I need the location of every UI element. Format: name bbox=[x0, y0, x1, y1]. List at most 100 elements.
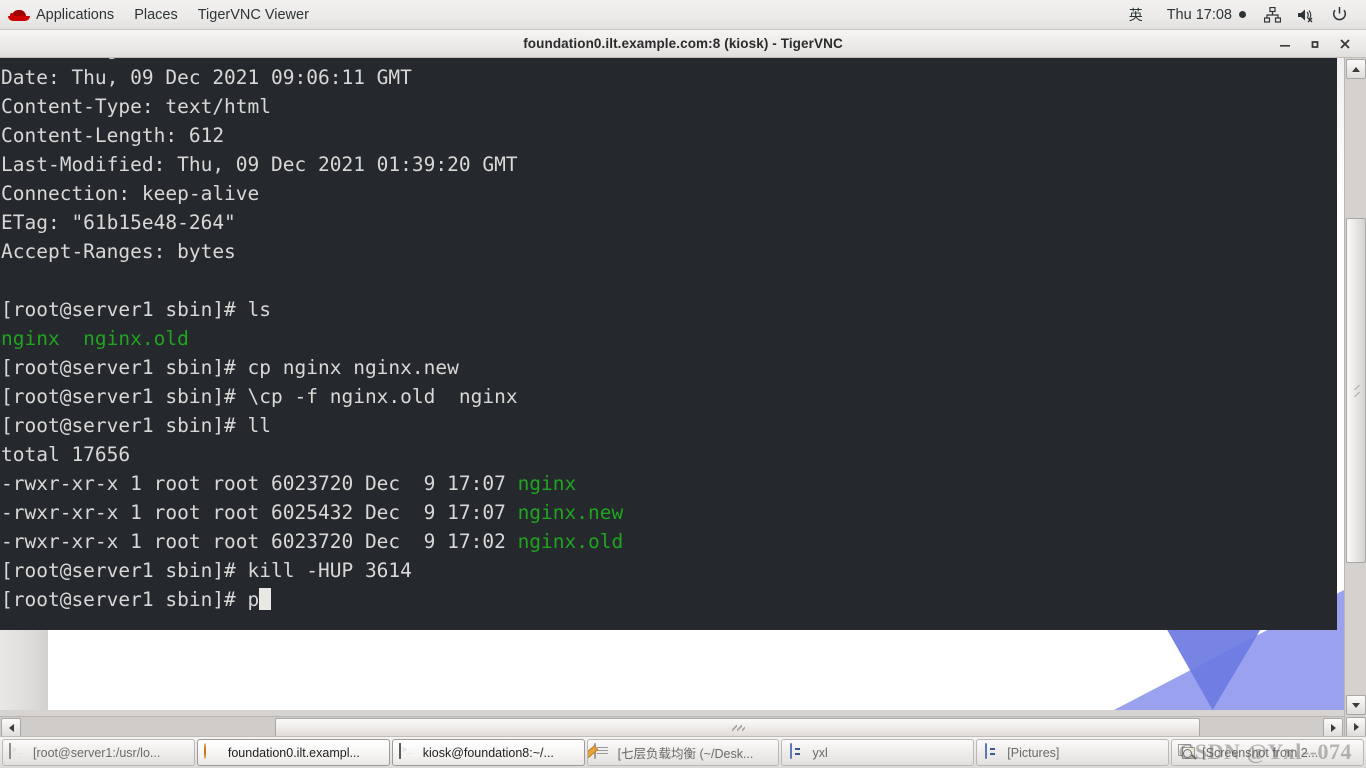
terminal-line: -rwxr-xr-x 1 root root 6025432 Dec 9 17:… bbox=[1, 498, 1337, 527]
taskbar-item-label: yxl bbox=[812, 745, 828, 760]
horizontal-scrollbar-thumb[interactable] bbox=[275, 718, 1200, 738]
taskbar-item-icon bbox=[593, 742, 612, 762]
terminal-text-green: nginx bbox=[517, 472, 577, 495]
redhat-logo-icon bbox=[8, 6, 30, 24]
taskbar-item[interactable]: kiosk@foundation8:~/... bbox=[391, 739, 585, 766]
terminal-line: total 17656 bbox=[1, 440, 1337, 469]
taskbar-item-label: [七层负载均衡 (~/Desk... bbox=[617, 747, 754, 761]
taskbar-item[interactable]: foundation0.ilt.exampl... bbox=[196, 739, 390, 766]
places-menu-label: Places bbox=[134, 6, 178, 23]
tigervnc-viewer-menu-label: TigerVNC Viewer bbox=[197, 6, 309, 23]
window-title: foundation0.ilt.example.com:8 (kiosk) - … bbox=[523, 36, 843, 51]
terminal-text: Server: nginx/1.20.2 bbox=[1, 58, 236, 60]
applications-menu[interactable]: Applications bbox=[0, 0, 124, 29]
vertical-scrollbar[interactable] bbox=[1344, 58, 1366, 738]
terminal-line: Last-Modified: Thu, 09 Dec 2021 01:39:20… bbox=[1, 150, 1337, 179]
terminal-cursor bbox=[259, 588, 272, 610]
tigervnc-icon bbox=[203, 742, 206, 759]
terminal-line: -rwxr-xr-x 1 root root 6023720 Dec 9 17:… bbox=[1, 527, 1337, 556]
taskbar-item[interactable]: [Screenshot from 2... bbox=[1171, 739, 1365, 766]
terminal-output: Server: nginx/1.20.2 Date: Thu, 09 Dec 20… bbox=[0, 58, 1337, 614]
scroll-right-button[interactable] bbox=[1323, 718, 1343, 738]
scroll-down-button[interactable] bbox=[1346, 695, 1366, 715]
terminal-line: [root@server1 sbin]# cp nginx nginx.new bbox=[1, 353, 1337, 382]
terminal-text-green: nginx.old bbox=[517, 530, 624, 553]
horizontal-scrollbar[interactable] bbox=[0, 716, 1344, 738]
taskbar-item-label: [root@server1:/usr/lo... bbox=[33, 745, 161, 760]
terminal-text-green: nginx.new bbox=[517, 501, 624, 524]
terminal-text: [root@server1 sbin]# ls bbox=[1, 298, 272, 321]
tigervnc-window: foundation0.ilt.example.com:8 (kiosk) - … bbox=[0, 30, 1366, 738]
tigervnc-viewer-menu[interactable]: TigerVNC Viewer bbox=[188, 0, 319, 29]
taskbar-item[interactable]: [root@server1:/usr/lo... bbox=[2, 739, 195, 766]
terminal-text: Connection: keep-alive bbox=[1, 182, 260, 205]
taskbar-item[interactable]: yxl bbox=[781, 739, 975, 766]
taskbar-item-label: foundation0.ilt.exampl... bbox=[227, 745, 360, 760]
remote-desktop-area[interactable]: Server: nginx/1.20.2 Date: Thu, 09 Dec 20… bbox=[0, 58, 1344, 710]
terminal-icon bbox=[9, 742, 11, 759]
network-icon[interactable] bbox=[1256, 6, 1289, 23]
terminal-text: Accept-Ranges: bytes bbox=[1, 240, 236, 263]
power-icon[interactable] bbox=[1323, 6, 1356, 23]
text-editor-icon bbox=[593, 742, 596, 759]
clock-label: Thu 17:08 bbox=[1166, 6, 1232, 23]
vertical-scrollbar-thumb[interactable] bbox=[1346, 218, 1366, 563]
terminal-text: [root@server1 sbin]# \cp -f nginx.old ng… bbox=[1, 385, 518, 408]
gnome-top-panel: Applications Places TigerVNC Viewer 英 Th… bbox=[0, 0, 1366, 30]
terminal-text: [root@server1 sbin]# p bbox=[1, 588, 260, 611]
taskbar-item-label: [Pictures] bbox=[1007, 745, 1060, 760]
taskbar-item-label: [Screenshot from 2... bbox=[1202, 745, 1319, 760]
taskbar-item-icon bbox=[1178, 743, 1198, 762]
top-panel-right: 英 Thu 17:08 bbox=[1115, 0, 1366, 29]
terminal-text: Content-Type: text/html bbox=[1, 95, 272, 118]
terminal-text: Last-Modified: Thu, 09 Dec 2021 01:39:20… bbox=[1, 153, 518, 176]
terminal-text: Content-Length: 612 bbox=[1, 124, 225, 147]
volume-muted-icon[interactable] bbox=[1289, 7, 1323, 23]
terminal-text: [root@server1 sbin]# cp nginx nginx.new bbox=[1, 356, 459, 379]
window-list-taskbar: [root@server1:/usr/lo... foundation0.ilt.… bbox=[0, 736, 1366, 768]
applications-menu-label: Applications bbox=[36, 6, 115, 23]
terminal-line: Content-Length: 612 bbox=[1, 121, 1337, 150]
top-panel-left: Applications Places TigerVNC Viewer bbox=[0, 0, 319, 29]
terminal-text: [root@server1 sbin]# ll bbox=[1, 414, 272, 437]
taskbar-item-icon bbox=[9, 742, 27, 762]
terminal-line: nginx nginx.old bbox=[1, 324, 1337, 353]
window-titlebar[interactable]: foundation0.ilt.example.com:8 (kiosk) - … bbox=[0, 30, 1366, 58]
terminal-line: [root@server1 sbin]# ll bbox=[1, 411, 1337, 440]
window-controls bbox=[1270, 30, 1360, 58]
taskbar-item-icon bbox=[788, 742, 806, 762]
file-drawer-icon bbox=[985, 742, 988, 759]
maximize-button[interactable] bbox=[1300, 30, 1330, 58]
terminal-text: total 17656 bbox=[1, 443, 131, 466]
clock[interactable]: Thu 17:08 bbox=[1157, 0, 1256, 29]
taskbar-item[interactable]: [Pictures] bbox=[976, 739, 1170, 766]
file-drawer-icon bbox=[790, 742, 793, 759]
terminal-text: -rwxr-xr-x 1 root root 6025432 Dec 9 17:… bbox=[1, 501, 518, 524]
scrollbar-corner-button[interactable] bbox=[1346, 717, 1366, 737]
terminal-text: -rwxr-xr-x 1 root root 6023720 Dec 9 17:… bbox=[1, 472, 518, 495]
close-button[interactable] bbox=[1330, 30, 1360, 58]
minimize-button[interactable] bbox=[1270, 30, 1300, 58]
terminal-window[interactable]: Server: nginx/1.20.2 Date: Thu, 09 Dec 20… bbox=[0, 58, 1337, 630]
terminal-line: -rwxr-xr-x 1 root root 6023720 Dec 9 17:… bbox=[1, 469, 1337, 498]
terminal-line: [root@server1 sbin]# kill -HUP 3614 bbox=[1, 556, 1337, 585]
taskbar-item-icon bbox=[398, 742, 417, 762]
notification-dot-icon bbox=[1239, 11, 1246, 18]
terminal-line: Connection: keep-alive bbox=[1, 179, 1337, 208]
terminal-line: [root@server1 sbin]# p bbox=[1, 585, 1337, 614]
input-method-indicator[interactable]: 英 bbox=[1115, 5, 1157, 25]
scroll-left-button[interactable] bbox=[1, 718, 21, 738]
terminal-line: Accept-Ranges: bytes bbox=[1, 237, 1337, 266]
terminal-line: [root@server1 sbin]# ls bbox=[1, 295, 1337, 324]
terminal-line: Date: Thu, 09 Dec 2021 09:06:11 GMT bbox=[1, 63, 1337, 92]
places-menu[interactable]: Places bbox=[124, 0, 188, 29]
terminal-icon bbox=[398, 742, 401, 759]
scroll-up-button[interactable] bbox=[1346, 59, 1366, 79]
terminal-line: [root@server1 sbin]# \cp -f nginx.old ng… bbox=[1, 382, 1337, 411]
taskbar-item[interactable]: [七层负载均衡 (~/Desk... bbox=[586, 739, 780, 766]
terminal-text: Date: Thu, 09 Dec 2021 09:06:11 GMT bbox=[1, 66, 412, 89]
terminal-line: Content-Type: text/html bbox=[1, 92, 1337, 121]
terminal-text: -rwxr-xr-x 1 root root 6023720 Dec 9 17:… bbox=[1, 530, 518, 553]
terminal-text: ETag: "61b15e48-264" bbox=[1, 211, 236, 234]
